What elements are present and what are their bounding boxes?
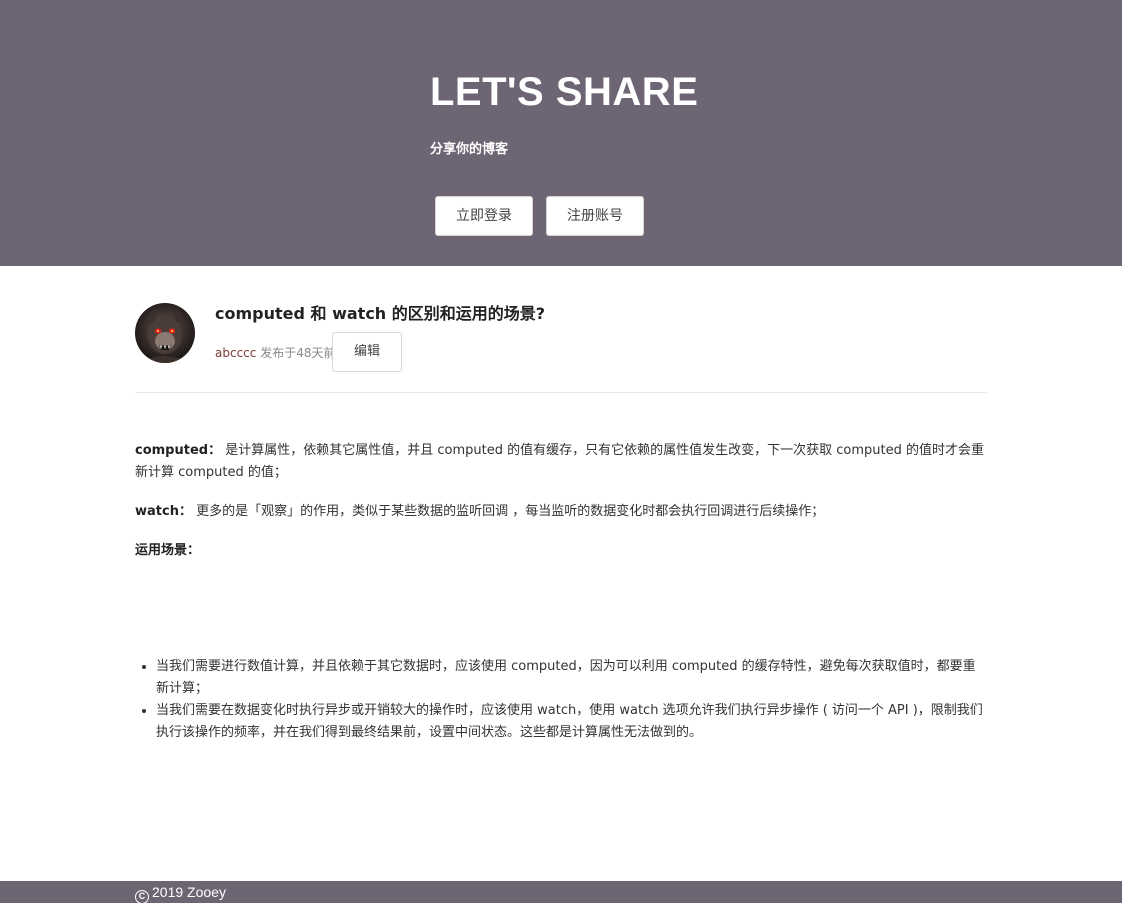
site-title: LET'S SHARE [430, 70, 699, 114]
edit-button[interactable]: 编辑 [332, 332, 402, 372]
footer-copyright: 2019 Zooey [152, 884, 226, 900]
author-link[interactable]: abcccc [215, 346, 256, 360]
register-button[interactable]: 注册账号 [546, 196, 644, 236]
computed-description: 是计算属性，依赖其它属性值，并且 computed 的值有缓存，只有它依赖的属性… [135, 443, 984, 480]
post-title: computed 和 watch 的区别和运用的场景? [215, 304, 546, 323]
site-footer: C 2019 Zooey [0, 881, 1122, 904]
watch-paragraph: watch： 更多的是「观察」的作用，类似于某些数据的监听回调 ，每当监听的数据… [135, 501, 987, 523]
author-avatar[interactable] [135, 303, 195, 363]
post-body: computed： 是计算属性，依赖其它属性值，并且 computed 的值有缓… [135, 440, 987, 562]
list-item: 当我们需要进行数值计算，并且依赖于其它数据时，应该使用 computed，因为可… [156, 656, 987, 700]
post-meta: abcccc 发布于48天前 [215, 345, 335, 361]
watch-term: watch： [135, 504, 192, 519]
watch-description: 更多的是「观察」的作用，类似于某些数据的监听回调 ，每当监听的数据变化时都会执行… [191, 504, 825, 519]
post-header: computed 和 watch 的区别和运用的场景? abcccc 发布于48… [135, 303, 987, 393]
avatar-image [135, 303, 195, 363]
site-header: LET'S SHARE 分享你的博客 立即登录 注册账号 [0, 0, 1122, 266]
computed-paragraph: computed： 是计算属性，依赖其它属性值，并且 computed 的值有缓… [135, 440, 987, 484]
login-button[interactable]: 立即登录 [435, 196, 533, 236]
scenes-heading: 运用场景： [135, 543, 201, 558]
copyright-icon: C [135, 890, 149, 904]
scenes-list: 当我们需要进行数值计算，并且依赖于其它数据时，应该使用 computed，因为可… [135, 656, 987, 744]
published-time: 发布于48天前 [256, 346, 336, 360]
site-subtitle: 分享你的博客 [430, 142, 509, 157]
footer-text: C 2019 Zooey [135, 883, 226, 904]
list-item: 当我们需要在数据变化时执行异步或开销较大的操作时，应该使用 watch，使用 w… [156, 700, 987, 744]
computed-term: computed： [135, 443, 222, 458]
